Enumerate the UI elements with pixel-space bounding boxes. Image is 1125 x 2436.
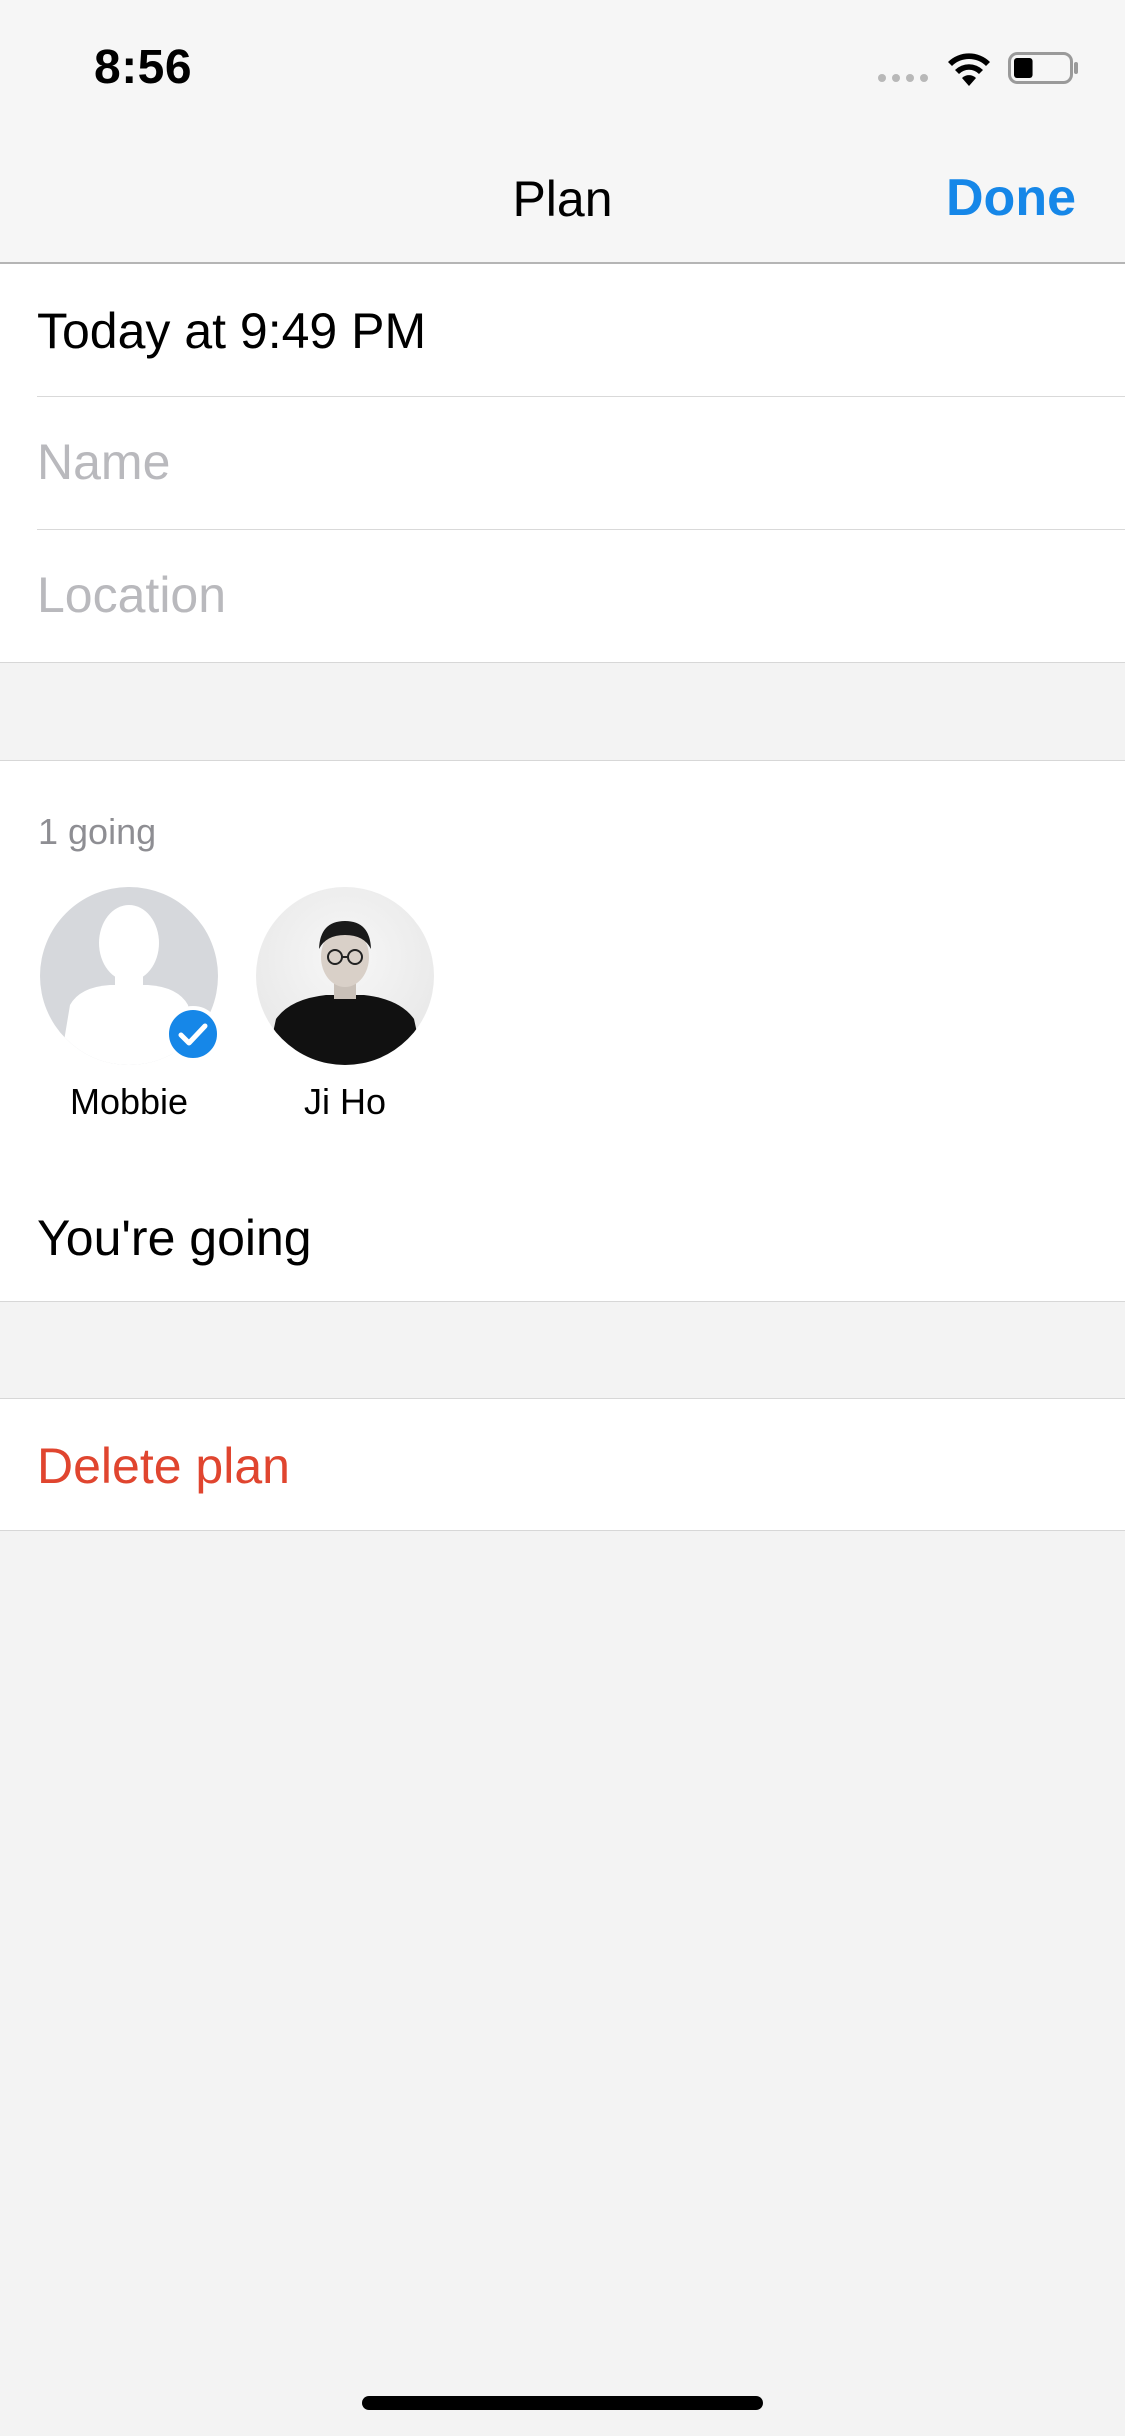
delete-group: Delete plan (0, 1398, 1125, 1531)
plan-screen: 8:56 Plan Done Today at 9:49 PM Name Loc… (0, 0, 1125, 2436)
delete-plan-button[interactable]: Delete plan (37, 1437, 290, 1495)
going-status[interactable]: You're going (37, 1209, 312, 1267)
default-avatar-icon (40, 887, 221, 1065)
name-field[interactable] (37, 427, 1077, 497)
done-button[interactable]: Done (946, 168, 1076, 228)
datetime-value: Today at 9:49 PM (37, 303, 427, 359)
name-row (0, 397, 1125, 530)
home-indicator[interactable] (362, 2396, 763, 2410)
location-field[interactable] (37, 560, 1077, 630)
location-row (0, 530, 1125, 663)
attendee-list: Mobbie Ji Ho (40, 887, 434, 1123)
nav-bar: Plan Done (0, 132, 1125, 264)
signal-icon (878, 74, 928, 82)
status-time: 8:56 (94, 41, 193, 94)
attendee-name: Ji Ho (303, 1081, 387, 1122)
battery-icon (1008, 52, 1078, 84)
datetime-row[interactable]: Today at 9:49 PM (0, 264, 1125, 397)
user-photo (256, 887, 434, 1065)
wifi-icon (948, 53, 990, 86)
going-check-icon (165, 1006, 221, 1062)
plan-details-group: Today at 9:49 PM (0, 264, 1125, 663)
attendee-name: Mobbie (69, 1081, 189, 1122)
attendee-mobbie[interactable]: Mobbie (40, 887, 221, 1123)
attendee-ji-ho[interactable]: Ji Ho (256, 887, 434, 1123)
going-count: 1 going (38, 811, 157, 852)
status-bar: 8:56 (0, 0, 1125, 132)
attendance-group: 1 going Mobbie Ji Ho You're going (0, 760, 1125, 1302)
